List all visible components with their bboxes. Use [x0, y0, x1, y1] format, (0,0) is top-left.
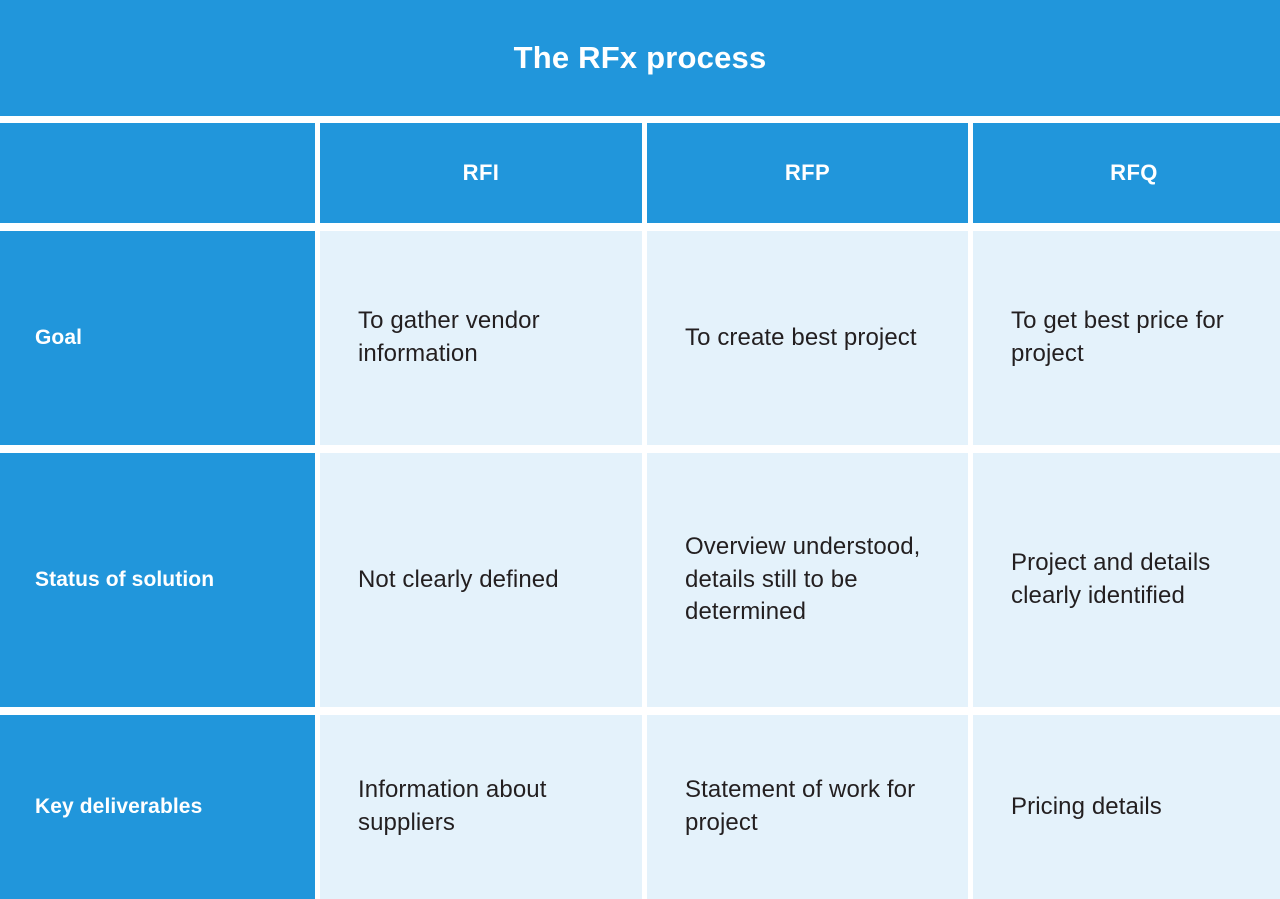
table-cell-text: Information about suppliers [358, 776, 547, 836]
table-cell-text: To create best project [685, 323, 917, 351]
row-header-label: Status of solution [35, 567, 215, 591]
table-cell-text: Statement of work for project [685, 776, 916, 836]
table-cell-status-rfp: Overview understood, details still to be… [647, 453, 968, 707]
table-cell-status-rfq: Project and details clearly identified [973, 453, 1280, 707]
page-title: The RFx process [513, 40, 767, 76]
rfx-process-infographic: The RFx process RFI RFP RFQ Goal To gath… [0, 0, 1280, 899]
table-corner-cell [0, 123, 315, 223]
column-header-rfq: RFQ [973, 123, 1280, 223]
row-header-goal: Goal [0, 231, 315, 445]
table-cell-goal-rfp: To create best project [647, 231, 968, 445]
row-header-label: Goal [35, 325, 83, 349]
column-header-rfi: RFI [320, 123, 642, 223]
column-header-label: RFI [462, 160, 500, 185]
column-header-rfp: RFP [647, 123, 968, 223]
title-banner: The RFx process [0, 0, 1280, 116]
table-cell-goal-rfq: To get best price for project [973, 231, 1280, 445]
table-cell-deliverables-rfp: Statement of work for project [647, 715, 968, 899]
table-cell-deliverables-rfi: Information about suppliers [320, 715, 642, 899]
table-cell-text: Overview understood, details still to be… [685, 533, 921, 626]
table-cell-text: Not clearly defined [358, 565, 559, 593]
table-cell-text: Project and details clearly identified [1011, 549, 1211, 609]
row-header-key-deliverables: Key deliverables [0, 715, 315, 899]
table-cell-text: To get best price for project [1011, 307, 1224, 367]
column-header-label: RFQ [1110, 160, 1158, 185]
row-header-label: Key deliverables [35, 794, 203, 818]
table-cell-goal-rfi: To gather vendor information [320, 231, 642, 445]
table-cell-text: Pricing details [1011, 792, 1162, 820]
row-header-status-of-solution: Status of solution [0, 453, 315, 707]
comparison-table: RFI RFP RFQ Goal To gather vendor inform… [0, 123, 1280, 899]
table-cell-text: To gather vendor information [358, 307, 540, 367]
table-cell-status-rfi: Not clearly defined [320, 453, 642, 707]
column-header-label: RFP [784, 160, 831, 185]
table-cell-deliverables-rfq: Pricing details [973, 715, 1280, 899]
